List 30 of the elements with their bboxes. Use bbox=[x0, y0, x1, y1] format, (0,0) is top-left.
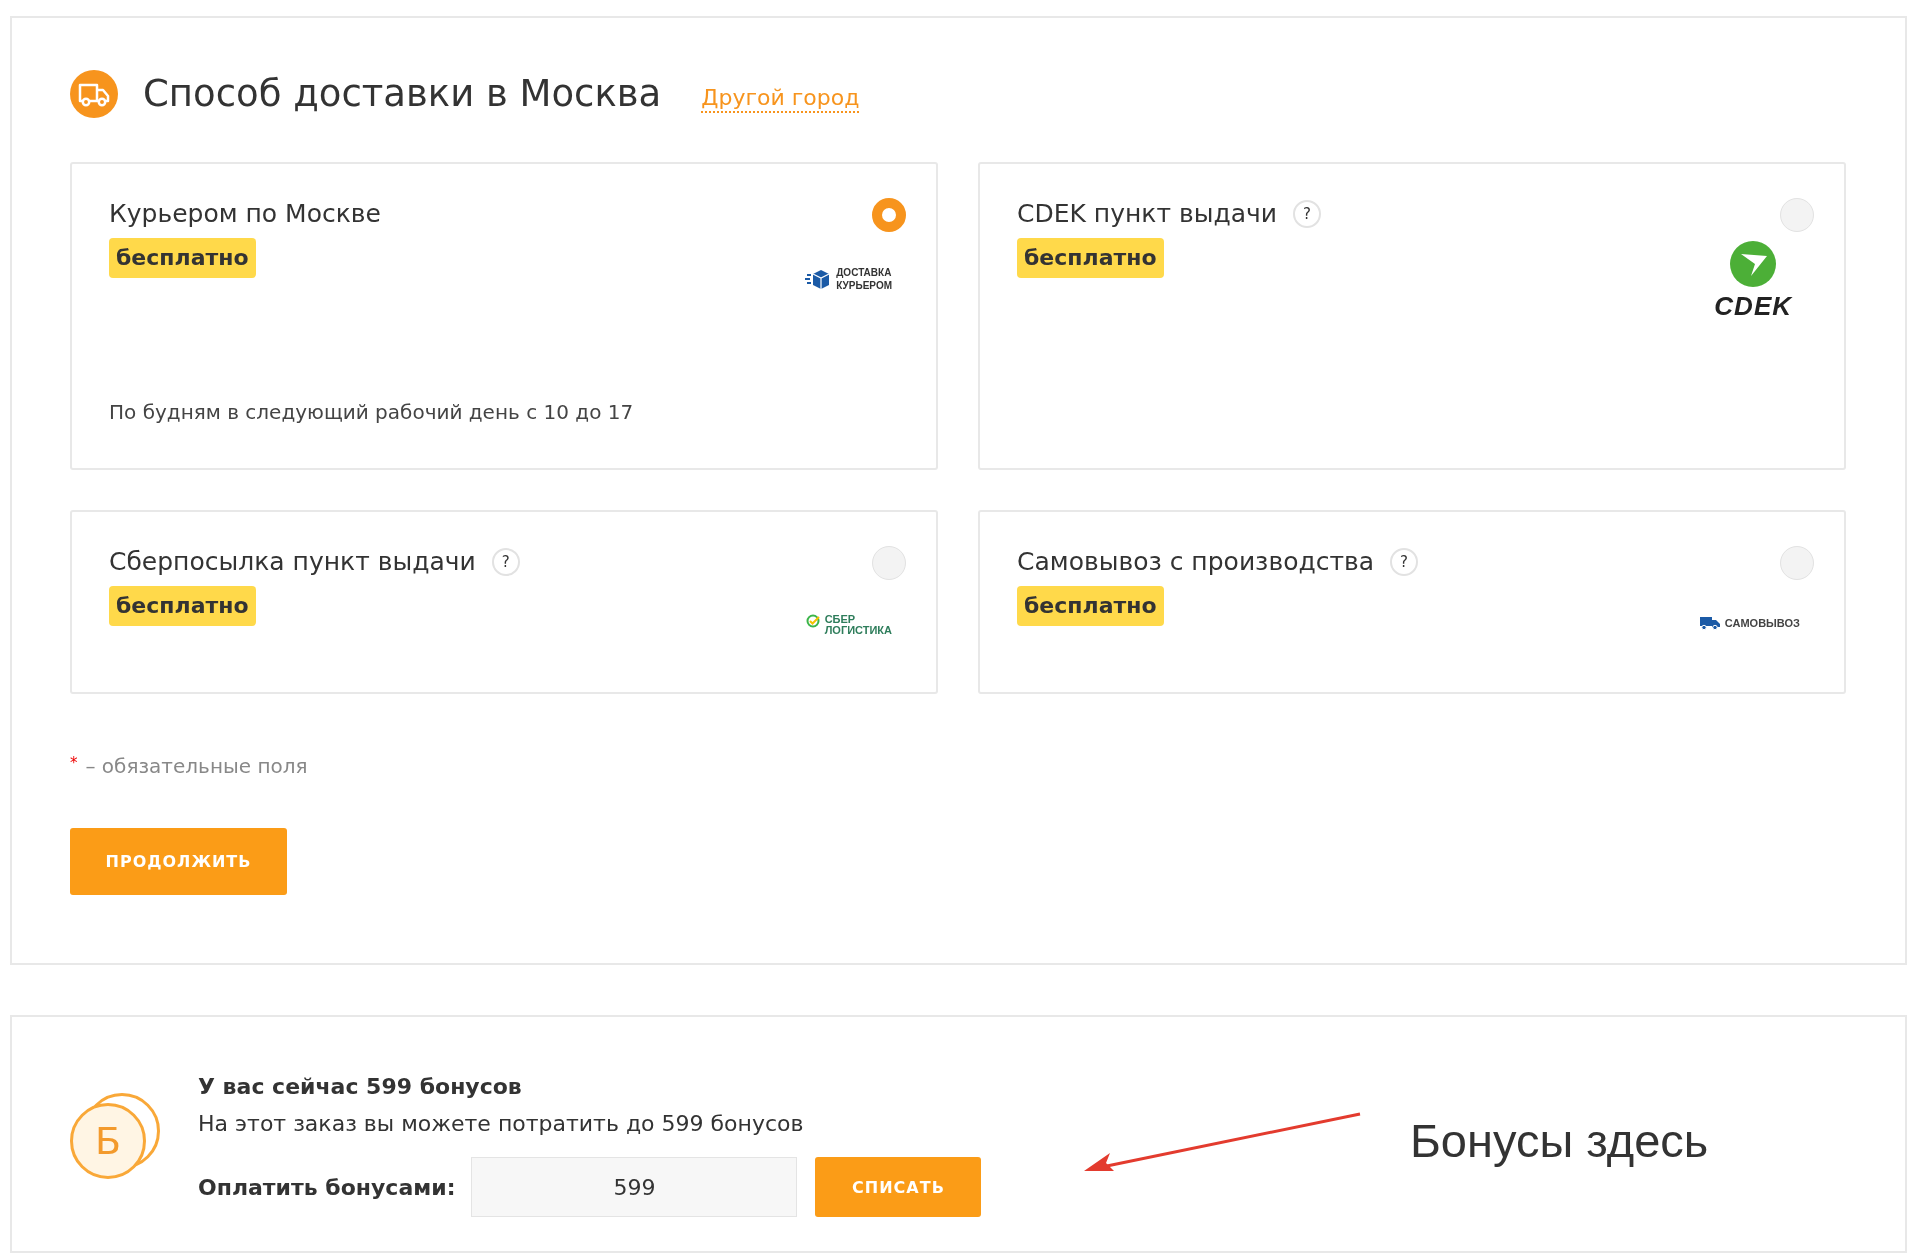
option-name: Самовывоз с производства bbox=[1017, 546, 1375, 578]
section-title: Способ доставки в Москва bbox=[143, 71, 662, 117]
cdek-logo: CDEK bbox=[1714, 240, 1792, 320]
bonus-balance: У вас сейчас 599 бонусов bbox=[198, 1073, 523, 1101]
delivery-schedule-text: По будням в следующий рабочий день с 10 до 17 bbox=[109, 400, 635, 424]
help-icon[interactable]: ? bbox=[1390, 548, 1419, 576]
help-icon[interactable]: ? bbox=[491, 548, 520, 576]
option-name: Курьером по Москве bbox=[109, 198, 381, 230]
annotation-text: Бонусы здесь bbox=[1410, 1113, 1709, 1168]
delivery-option-card[interactable]: Самовывоз с производства ? бесплатно САМОВЫВОЗ bbox=[978, 510, 1846, 694]
required-asterisk: * bbox=[70, 754, 78, 772]
bonus-limit-text: На этот заказ вы можете потратить до 599 бонусов bbox=[198, 1110, 805, 1138]
option-name: Сберпосылка пункт выдачи bbox=[109, 546, 476, 578]
pickup-logo: САМОВЫВОЗ bbox=[1699, 616, 1800, 630]
bonus-amount-field[interactable]: 599 bbox=[471, 1157, 798, 1217]
price-badge: бесплатно bbox=[1017, 586, 1164, 626]
sber-logistics-logo: СБЕР ЛОГИСТИКА bbox=[805, 614, 892, 636]
required-fields-note: – обязательные поля bbox=[85, 754, 308, 778]
delivery-option-card[interactable]: Курьером по Москве бесплатно ДОСТАВКА КУРЬЕРОМ По будням в следующий рабочий день с 10 до 17 bbox=[70, 162, 938, 470]
courier-logo: ДОСТАВКА КУРЬЕРОМ bbox=[805, 266, 892, 292]
price-badge: бесплатно bbox=[1017, 238, 1164, 278]
help-icon[interactable]: ? bbox=[1293, 200, 1322, 228]
truck-icon bbox=[70, 70, 118, 118]
delivery-option-card[interactable]: CDEK пункт выдачи ? бесплатно CDEK bbox=[978, 162, 1846, 470]
option-name: CDEK пункт выдачи bbox=[1017, 198, 1278, 230]
pay-with-bonuses-label: Оплатить бонусами: bbox=[198, 1174, 456, 1200]
radio-button[interactable] bbox=[872, 198, 906, 232]
delivery-option-card[interactable]: Сберпосылка пункт выдачи ? бесплатно СБЕР ЛОГИСТИКА bbox=[70, 510, 938, 694]
price-badge: бесплатно bbox=[109, 238, 256, 278]
price-badge: бесплатно bbox=[109, 586, 256, 626]
